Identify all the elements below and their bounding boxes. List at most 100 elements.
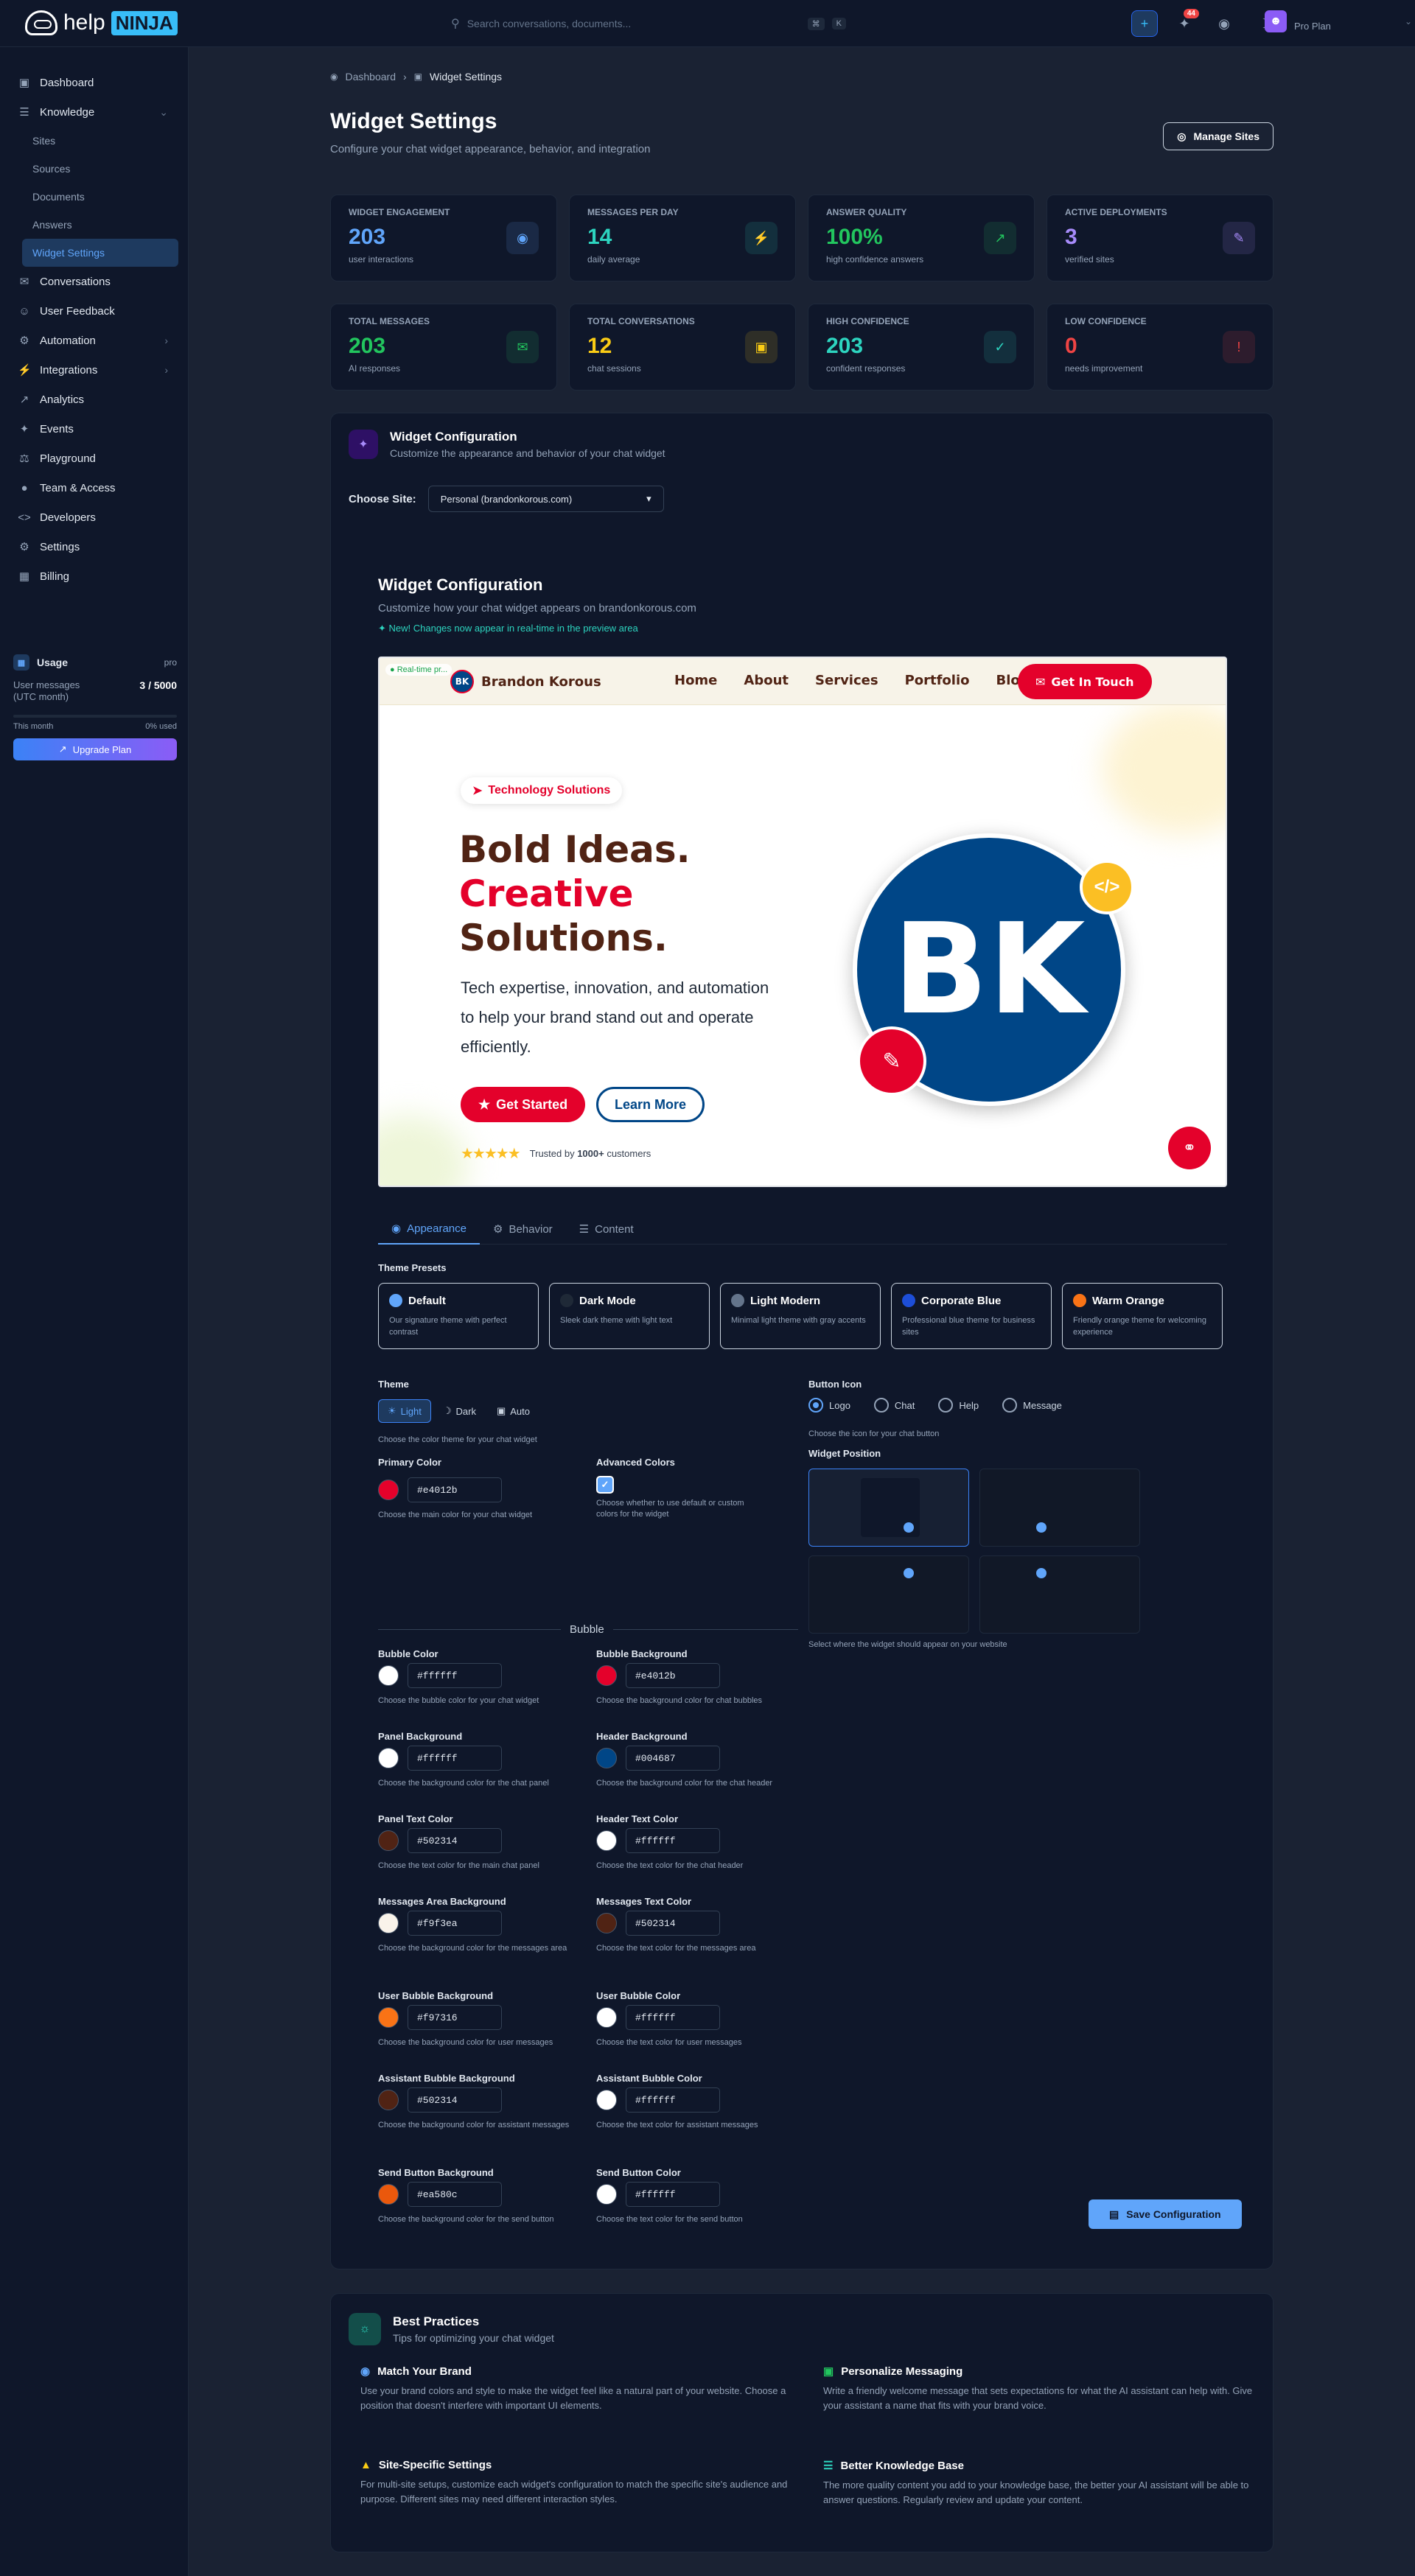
header-background-input[interactable]: #004687 <box>626 1746 720 1771</box>
icon-option-help[interactable]: Help <box>938 1398 979 1413</box>
preview-nav-about[interactable]: About <box>744 673 789 688</box>
preview-nav-home[interactable]: Home <box>674 673 717 688</box>
advanced-colors-checkbox[interactable]: ✓ <box>596 1476 614 1494</box>
sidebar-item-settings[interactable]: ⚙ Settings <box>0 532 189 561</box>
advanced-colors-hint: Choose whether to use default or custom … <box>596 1499 744 1519</box>
send-button-background-input[interactable]: #ea580c <box>408 2182 502 2207</box>
user-bubble-background-swatch[interactable] <box>378 2007 399 2028</box>
breadcrumb-dashboard[interactable]: Dashboard <box>345 71 396 83</box>
header-background-swatch[interactable] <box>596 1748 617 1768</box>
sidebar-item-knowledge[interactable]: ☰ Knowledge ⌄ <box>0 97 189 127</box>
radio-logo[interactable] <box>808 1398 823 1413</box>
bubble-background-swatch[interactable] <box>596 1665 617 1686</box>
send-button-color-input[interactable]: #ffffff <box>626 2182 720 2207</box>
theme-light[interactable]: ☀ Light <box>378 1399 431 1423</box>
search-input[interactable]: Search conversations, documents... <box>467 18 800 29</box>
sidebar-item-integrations[interactable]: ⚡ Integrations › <box>0 355 189 385</box>
stat-label: Messages per day <box>587 207 679 217</box>
preview-nav-services[interactable]: Services <box>815 673 878 688</box>
radio-message[interactable] <box>1002 1398 1018 1413</box>
panel-text-color-swatch[interactable] <box>378 1830 399 1851</box>
sidebar-item-developers[interactable]: <> Developers <box>0 503 189 532</box>
radio-chat[interactable] <box>873 1398 889 1413</box>
position-dot <box>904 1522 914 1533</box>
send-button-background-swatch[interactable] <box>378 2184 399 2205</box>
header-text-color-swatch[interactable] <box>596 1830 617 1851</box>
user-menu[interactable]: ☻ Pro Plan ⌄ <box>1265 10 1412 32</box>
position-top-left[interactable] <box>979 1555 1140 1634</box>
icon-option-message[interactable]: Message <box>1002 1398 1062 1413</box>
theme-auto[interactable]: ▣ Auto <box>488 1399 539 1423</box>
save-configuration-button[interactable]: ▤ Save Configuration <box>1089 2199 1242 2229</box>
tip-body: The more quality content you add to your… <box>823 2479 1249 2505</box>
user-bubble-color-swatch[interactable] <box>596 2007 617 2028</box>
chat-bubble-button[interactable]: ⚭ <box>1168 1127 1211 1169</box>
get-in-touch-button[interactable]: ✉ Get In Touch <box>1018 664 1152 699</box>
theme-dark[interactable]: ☽ Dark <box>434 1399 485 1423</box>
messages-area-background-swatch[interactable] <box>378 1913 399 1933</box>
sidebar-item-automation[interactable]: ⚙ Automation › <box>0 326 189 355</box>
messages-text-color-input[interactable]: #502314 <box>626 1911 720 1936</box>
panel-text-color-hint: Choose the text color for the main chat … <box>378 1861 539 1870</box>
radio-help[interactable] <box>938 1398 954 1413</box>
preview-logo[interactable]: BK Brandon Korous <box>450 670 601 693</box>
preview-nav-portfolio[interactable]: Portfolio <box>905 673 970 688</box>
bubble-background-input[interactable]: #e4012b <box>626 1663 720 1688</box>
primary-color-input[interactable]: #e4012b <box>408 1477 502 1502</box>
user-bubble-background-input[interactable]: #f97316 <box>408 2005 502 2030</box>
assistant-bubble-color-input[interactable]: #ffffff <box>626 2087 720 2113</box>
preset-dark-mode[interactable]: Dark Mode Sleek dark theme with light tex… <box>549 1283 710 1349</box>
preset-warm-orange[interactable]: Warm Orange Friendly orange theme for wel… <box>1062 1283 1223 1349</box>
sidebar-subitem-documents[interactable]: Documents <box>0 183 189 211</box>
sidebar-item-conversations[interactable]: ✉ Conversations <box>0 267 189 296</box>
bubble-color-input[interactable]: #ffffff <box>408 1663 502 1688</box>
notifications-icon[interactable]: ✦ 44 <box>1171 9 1199 37</box>
header-text-color-input[interactable]: #ffffff <box>626 1828 720 1853</box>
upgrade-plan-button[interactable]: ↗ Upgrade Plan <box>13 738 177 760</box>
sidebar-item-team-access[interactable]: ● Team & Access <box>0 473 189 503</box>
get-started-button[interactable]: ★ Get Started <box>461 1087 586 1122</box>
search-bar[interactable]: ⚲ Search conversations, documents... ⌘ K <box>442 12 855 35</box>
preset-corporate-blue[interactable]: Corporate Blue Professional blue theme fo… <box>891 1283 1052 1349</box>
tab-content[interactable]: ☰ Content <box>566 1214 647 1245</box>
position-bottom-left[interactable] <box>979 1469 1140 1547</box>
sidebar-item-playground[interactable]: ⚖ Playground <box>0 444 189 473</box>
sidebar-subitem-sources[interactable]: Sources <box>0 155 189 183</box>
site-select[interactable]: Personal (brandonkorous.com) ▾ <box>427 486 664 512</box>
sidebar-subitem-widget-settings[interactable]: Widget Settings <box>22 239 178 267</box>
sidebar-item-billing[interactable]: ▦ Billing <box>0 561 189 591</box>
assistant-bubble-background-input[interactable]: #502314 <box>408 2087 502 2113</box>
primary-color-swatch[interactable] <box>378 1480 399 1500</box>
manage-sites-button[interactable]: ◎ Manage Sites <box>1163 122 1274 150</box>
panel-background-input[interactable]: #ffffff <box>408 1746 502 1771</box>
send-button-color-swatch[interactable] <box>596 2184 617 2205</box>
logo[interactable]: help NINJA <box>25 10 178 35</box>
messages-area-background-input[interactable]: #f9f3ea <box>408 1911 502 1936</box>
icon-option-logo[interactable]: Logo <box>808 1398 850 1413</box>
sidebar-item-dashboard[interactable]: ▣ Dashboard <box>0 68 189 97</box>
preset-name: Corporate Blue <box>921 1294 1002 1307</box>
bubble-color-swatch[interactable] <box>378 1665 399 1686</box>
messages-text-color-swatch[interactable] <box>596 1913 617 1933</box>
sidebar-item-events[interactable]: ✦ Events <box>0 414 189 444</box>
icon-option-chat[interactable]: Chat <box>873 1398 915 1413</box>
sidebar-subitem-sites[interactable]: Sites <box>0 127 189 155</box>
help-icon[interactable]: ◉ <box>1211 10 1237 37</box>
sidebar-item-user-feedback[interactable]: ☺ User Feedback <box>0 296 189 326</box>
preset-light-modern[interactable]: Light Modern Minimal light theme with gra… <box>720 1283 881 1349</box>
sidebar-subitem-answers[interactable]: Answers <box>0 211 189 239</box>
position-top-right[interactable] <box>808 1555 969 1634</box>
position-bottom-right[interactable] <box>808 1469 969 1547</box>
assistant-bubble-background-swatch[interactable] <box>378 2090 399 2110</box>
panel-text-color-input[interactable]: #502314 <box>408 1828 502 1853</box>
preset-default[interactable]: Default Our signature theme with perfect … <box>378 1283 539 1349</box>
learn-more-button[interactable]: Learn More <box>596 1087 705 1122</box>
decor-glow <box>1102 702 1226 835</box>
add-button[interactable]: + <box>1131 10 1158 37</box>
panel-background-swatch[interactable] <box>378 1748 399 1768</box>
assistant-bubble-color-swatch[interactable] <box>596 2090 617 2110</box>
user-bubble-color-input[interactable]: #ffffff <box>626 2005 720 2030</box>
sidebar-item-analytics[interactable]: ↗ Analytics <box>0 385 189 414</box>
tab-appearance[interactable]: ◉ Appearance <box>378 1214 480 1245</box>
tab-behavior[interactable]: ⚙ Behavior <box>480 1214 566 1245</box>
